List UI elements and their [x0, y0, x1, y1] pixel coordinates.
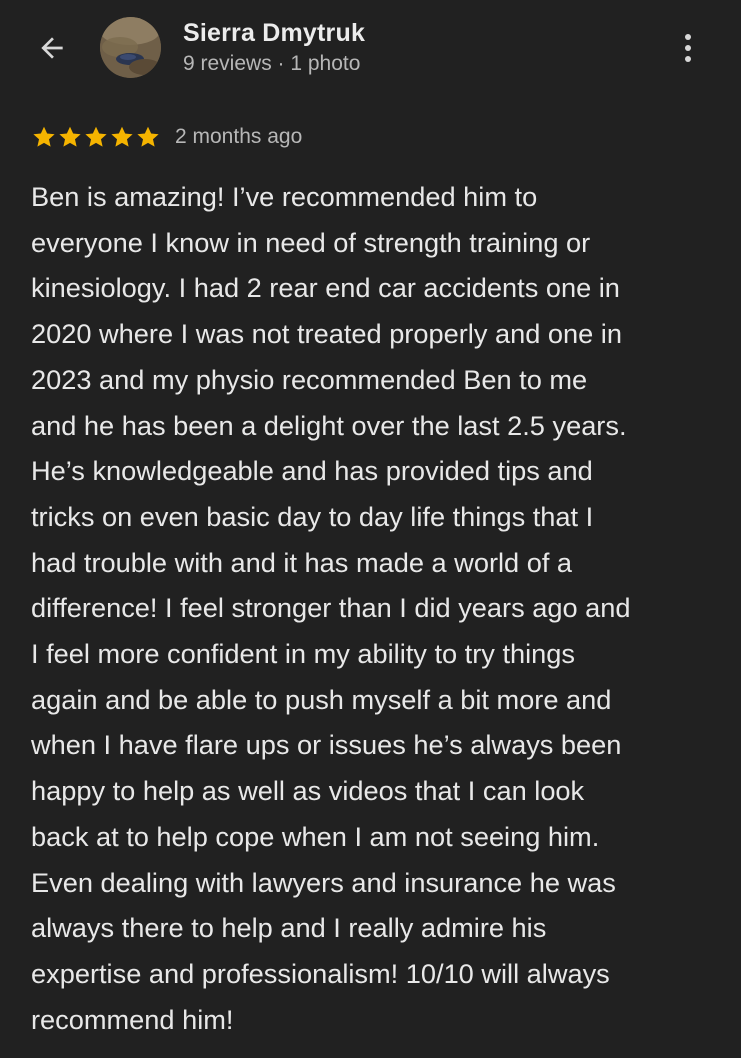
review-text-line: back at to help cope when I am not seein… — [31, 820, 600, 852]
avatar-photo — [100, 17, 161, 78]
review-body: Ben is amazing! I’ve recommended him to e… — [31, 174, 721, 1042]
back-button[interactable] — [30, 28, 74, 68]
more-vertical-icon — [685, 34, 691, 40]
review-text-line: 2020 where I was not treated properly an… — [31, 318, 622, 350]
star-icon — [111, 126, 133, 147]
review-text-line: difference! I feel stronger than I did y… — [31, 592, 631, 624]
star-icon — [33, 126, 55, 147]
arrow-left-icon — [41, 37, 63, 59]
review-text-line: had trouble with and it has made a world… — [31, 546, 573, 578]
more-options-button[interactable] — [670, 28, 706, 68]
review-text-line: I feel more confident in my ability to t… — [31, 638, 575, 670]
review-text-line: again and be able to push myself a bit m… — [31, 683, 612, 715]
review-text-line: and he has been a delight over the last … — [31, 409, 627, 441]
review-header: Sierra Dmytruk 9 reviews · 1 photo — [0, 0, 741, 110]
review-text-line: expertise and professionalism! 10/10 wil… — [31, 957, 610, 989]
review-text-line: happy to help as well as videos that I c… — [31, 775, 585, 807]
review-text-line: tricks on even basic day to day life thi… — [31, 500, 594, 532]
review-text-line: when I have flare ups or issues he’s alw… — [31, 729, 622, 761]
review-text-line: everyone I know in need of strength trai… — [31, 226, 591, 258]
star-icon — [85, 126, 107, 147]
review-text-line: Even dealing with lawyers and insurance … — [31, 866, 616, 898]
review-text-line: He’s knowledgeable and has provided tips… — [31, 455, 593, 487]
star-icon — [59, 126, 81, 147]
reviewer-meta: 9 reviews · 1 photo — [183, 52, 361, 75]
review-text-line: Ben is amazing! I’ve recommended him to — [31, 181, 538, 212]
star-icon — [137, 126, 159, 147]
review-text-line: recommend him! — [31, 1003, 234, 1035]
review-text-line: kinesiology. I had 2 rear end car accide… — [31, 272, 620, 304]
avatar[interactable] — [100, 17, 161, 78]
rating-row: 2 months ago — [31, 121, 302, 153]
review-text-line: always there to help and I really admire… — [31, 912, 547, 944]
star-rating — [31, 124, 161, 150]
reviewer-name[interactable]: Sierra Dmytruk — [183, 19, 365, 48]
review-date: 2 months ago — [175, 125, 303, 148]
review-text-line: 2023 and my physio recommended Ben to me — [31, 363, 588, 395]
